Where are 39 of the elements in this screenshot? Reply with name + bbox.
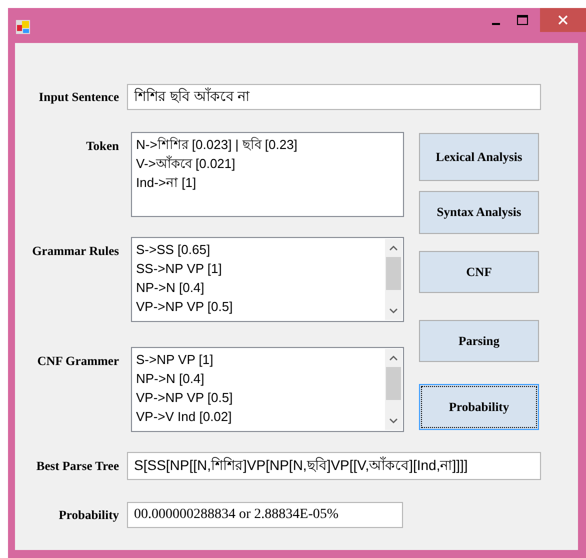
action-button[interactable]: Syntax Analysis xyxy=(419,191,539,234)
action-button[interactable]: CNF xyxy=(419,251,539,293)
scroll-up-icon[interactable] xyxy=(389,245,398,251)
text-line: Ind->না [1] xyxy=(136,174,196,192)
scrollbar[interactable] xyxy=(385,239,402,320)
list-item[interactable]: NP->N [0.4] xyxy=(136,278,204,297)
output-field[interactable]: 00.000000288834 or 2.88834E-05% xyxy=(127,502,403,528)
list-box[interactable]: S->SS [0.65] SS->NP VP [1] NP->N [0.4] VP->NP VP [0.5] xyxy=(131,237,404,322)
text-line: V->আঁকবে [0.021] xyxy=(136,154,236,173)
scroll-up-icon[interactable] xyxy=(389,355,398,361)
list-item[interactable]: VP->NP VP [0.5] xyxy=(136,388,233,407)
list-item[interactable]: S->SS [0.65] xyxy=(136,240,210,259)
list-item[interactable]: VP->NP VP [0.5] xyxy=(136,297,233,316)
field-label: Input Sentence xyxy=(38,90,120,104)
field-label: Token xyxy=(85,138,120,154)
list-item[interactable]: NP->N [0.4] xyxy=(136,369,204,388)
minimize-icon xyxy=(492,23,500,25)
field-label: Best Parse Tree xyxy=(35,458,120,474)
text-line: N->শিশির [0.023] | ছবি [0.23] xyxy=(136,136,298,154)
close-icon xyxy=(558,15,568,25)
maximize-icon xyxy=(517,15,528,25)
list-item[interactable]: S->NP VP [1] xyxy=(136,350,214,369)
field-label: Grammar Rules xyxy=(31,243,120,259)
output-field[interactable]: S[SS[NP[[N,শিশির]VP[NP[N,ছবি]VP[[V,আঁকবে][Ind,না]]]] xyxy=(127,452,541,480)
text-area[interactable]: N->শিশির [0.023] | ছবি [0.23] V->আঁকবে [0.021] Ind->না [1] xyxy=(131,132,404,217)
action-button[interactable]: Parsing xyxy=(419,320,539,362)
list-item[interactable]: VP->V Ind [0.02] xyxy=(136,407,232,426)
scroll-down-icon[interactable] xyxy=(389,308,398,314)
list-item[interactable]: SS->NP VP [1] xyxy=(136,259,222,278)
close-button[interactable] xyxy=(540,8,586,32)
list-box[interactable]: S->NP VP [1] NP->N [0.4] VP->NP VP [0.5] VP->V Ind [0.02] xyxy=(131,347,404,432)
field-label: CNF Grammer xyxy=(36,353,120,369)
scroll-down-icon[interactable] xyxy=(389,418,398,424)
field-label: Probability xyxy=(58,508,120,522)
action-button[interactable]: Lexical Analysis xyxy=(419,133,539,181)
input-field[interactable]: শিশির ছবি আঁকবে না xyxy=(127,84,541,110)
app-icon xyxy=(16,20,30,34)
scrollbar[interactable] xyxy=(385,349,402,430)
action-button[interactable]: Probability xyxy=(419,384,539,430)
